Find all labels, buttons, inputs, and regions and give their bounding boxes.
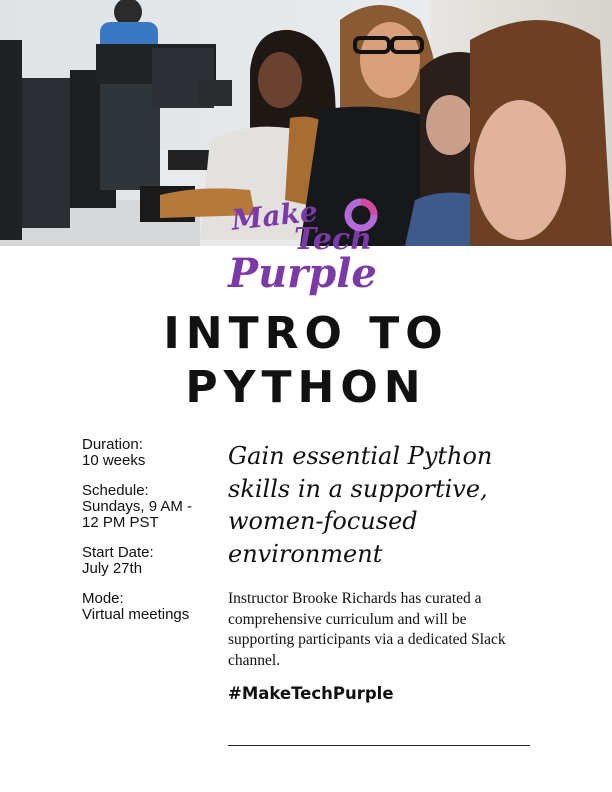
logo-line-purple: Purple bbox=[227, 250, 377, 297]
detail-start-date: Start Date: July 27th bbox=[82, 545, 212, 577]
detail-value: Sundays, 9 AM - 12 PM PST bbox=[82, 498, 193, 531]
hashtag: #MakeTechPurple bbox=[228, 684, 394, 703]
course-tagline: Gain essential Python skills in a suppor… bbox=[228, 442, 493, 568]
detail-mode: Mode: Virtual meetings bbox=[82, 591, 212, 623]
divider-line bbox=[228, 745, 530, 746]
detail-value: 10 weeks bbox=[82, 452, 146, 469]
course-details: Duration: 10 weeks Schedule: Sundays, 9 … bbox=[82, 437, 212, 637]
detail-label: Start Date: bbox=[82, 544, 154, 561]
detail-value: July 27th bbox=[82, 560, 143, 577]
title-line-1: INTRO TO bbox=[163, 308, 449, 359]
title-line-2: PYTHON bbox=[185, 362, 427, 413]
detail-label: Schedule: bbox=[82, 482, 149, 499]
course-title: INTRO TO PYTHON bbox=[0, 307, 612, 415]
course-description: Instructor Brooke Richards has curated a… bbox=[228, 590, 506, 669]
detail-label: Mode: bbox=[82, 590, 124, 607]
detail-label: Duration: bbox=[82, 436, 143, 453]
detail-value: Virtual meetings bbox=[82, 606, 190, 623]
detail-schedule: Schedule: Sundays, 9 AM - 12 PM PST bbox=[82, 483, 212, 531]
detail-duration: Duration: 10 weeks bbox=[82, 437, 212, 469]
make-tech-purple-logo: Make Tech Purple bbox=[218, 193, 394, 303]
